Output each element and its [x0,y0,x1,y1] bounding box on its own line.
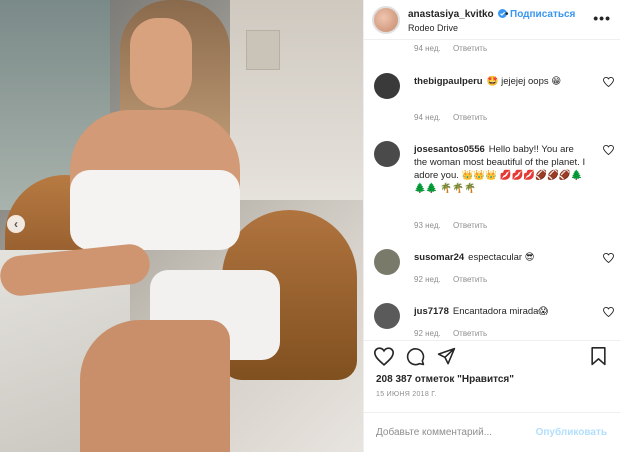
comment-input[interactable]: Добавьте комментарий... [376,427,492,438]
comment-meta: 92 нед. Ответить [414,275,497,284]
add-comment-bar: Добавьте комментарий... Опубликовать [364,412,620,452]
comment-text: susomar24 espectacular 😎 [414,251,589,264]
comment-time: 93 нед. [414,221,441,230]
like-comment-heart-icon[interactable] [603,145,614,155]
comment-bubble-icon[interactable] [406,347,425,366]
comments-list[interactable]: 94 нед. Ответить thebigpaulperu 🤩 jejejej… [364,41,620,339]
follow-button[interactable]: Подписаться [510,9,575,20]
likes-count[interactable]: 208 387 отметок "Нравится" [376,374,514,385]
commenter-avatar[interactable] [374,141,400,167]
post-photo[interactable]: ‹ [0,0,363,452]
reply-link[interactable]: Ответить [453,329,487,338]
comment-body: 🤩 jejejej oops 😁 [486,76,562,87]
commenter-username[interactable]: josesantos0556 [414,144,485,155]
commenter-username[interactable]: jus7178 [414,306,449,317]
separator-dot: • [505,9,509,20]
post-actions [364,340,620,372]
commenter-avatar[interactable] [374,303,400,329]
comment-meta: 93 нед. Ответить [414,221,497,230]
like-heart-icon[interactable] [374,347,394,366]
like-comment-heart-icon[interactable] [603,307,614,317]
like-comment-heart-icon[interactable] [603,77,614,87]
reply-link[interactable]: Ответить [453,221,487,230]
comment-time: 94 нед. [414,44,441,53]
post-location[interactable]: Rodeo Drive [408,23,458,33]
photo-top [70,170,240,250]
photo-face [130,18,192,108]
comment-text: thebigpaulperu 🤩 jejejej oops 😁 [414,75,589,88]
author-avatar[interactable] [372,6,400,34]
share-send-icon[interactable] [437,347,456,366]
commenter-avatar[interactable] [374,73,400,99]
comment-meta: 92 нед. Ответить [414,329,497,338]
author-username[interactable]: anastasiya_kvitko [408,9,494,20]
reply-link[interactable]: Ответить [453,113,487,122]
like-comment-heart-icon[interactable] [603,253,614,263]
commenter-username[interactable]: thebigpaulperu [414,76,483,87]
more-options-icon[interactable]: ••• [593,10,611,26]
post-sidebar: anastasiya_kvitko • Подписаться Rodeo Dr… [363,0,620,452]
chevron-left-icon: ‹ [14,217,18,231]
commenter-avatar[interactable] [374,249,400,275]
previous-comment-meta: 94 нед. Ответить [414,44,497,53]
previous-photo-button[interactable]: ‹ [7,215,25,233]
post-date[interactable]: 15 ИЮНЯ 2018 Г. [376,391,437,398]
comment-time: 94 нед. [414,113,441,122]
comment-time: 92 нед. [414,275,441,284]
bookmark-icon[interactable] [590,347,607,366]
photo-plaque [246,30,280,70]
publish-button[interactable]: Опубликовать [536,427,607,438]
comment-text: jus7178 Encantadora mirada😱 [414,305,589,318]
commenter-username[interactable]: susomar24 [414,252,464,263]
reply-link[interactable]: Ответить [453,275,487,284]
comment-body: espectacular 😎 [468,252,535,263]
comment-meta: 94 нед. Ответить [414,113,497,122]
reply-link[interactable]: Ответить [453,44,487,53]
comment-text: josesantos0556 Hello baby!! You are the w… [414,143,589,195]
comment-time: 92 нед. [414,329,441,338]
post-header: anastasiya_kvitko • Подписаться Rodeo Dr… [364,0,620,40]
photo-leg [80,320,230,452]
comment-body: Encantadora mirada😱 [452,306,549,317]
